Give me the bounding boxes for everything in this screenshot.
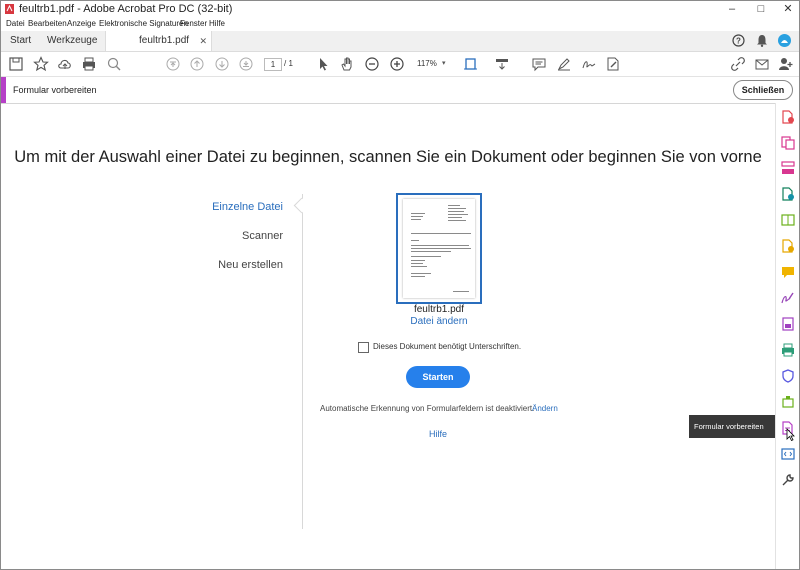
tab-document[interactable]: feultrb1.pdf ✕ — [105, 31, 212, 51]
right-tools-panel — [775, 103, 799, 569]
menu-bearbeiten[interactable]: Bearbeiten — [28, 19, 67, 28]
nav-create-new[interactable]: Neu erstellen — [218, 259, 283, 271]
divider — [302, 194, 303, 529]
menu-bar: Datei Bearbeiten Anzeige Elektronische S… — [1, 17, 799, 31]
svg-text:?: ? — [736, 37, 741, 46]
tab-bar: Start Werkzeuge feultrb1.pdf ✕ ? — [1, 31, 799, 52]
edit-pdf-icon[interactable] — [781, 213, 795, 227]
share-link-icon[interactable] — [730, 56, 746, 72]
menu-anzeige[interactable]: Anzeige — [67, 19, 96, 28]
document-preview — [403, 199, 475, 298]
window-title: feultrb1.pdf - Adobe Acrobat Pro DC (32-… — [19, 3, 233, 15]
tool-name: Formular vorbereiten — [13, 85, 97, 95]
select-cursor-icon[interactable] — [315, 56, 331, 72]
more-tools-wrench-icon[interactable] — [781, 473, 795, 487]
signature-checkbox-label[interactable]: Dieses Dokument benötigt Unterschriften. — [373, 342, 521, 351]
protect-shield-icon[interactable] — [781, 369, 795, 383]
tool-header: Formular vorbereiten Schließen — [1, 77, 799, 104]
print-production-icon[interactable] — [781, 343, 795, 357]
zoom-level[interactable]: 117% — [417, 59, 437, 68]
nav-scanner[interactable]: Scanner — [242, 230, 283, 242]
zoom-dropdown-icon[interactable]: ▾ — [442, 59, 446, 67]
active-nav-pointer — [293, 197, 310, 214]
auto-detect-change-link[interactable]: Ändern — [532, 404, 558, 413]
email-icon[interactable] — [754, 56, 770, 72]
minimize-button[interactable]: – — [719, 1, 745, 17]
change-file-link[interactable]: Datei ändern — [396, 316, 482, 327]
nav-single-file[interactable]: Einzelne Datei — [212, 201, 283, 213]
menu-fenster[interactable]: Fenster — [180, 19, 207, 28]
page-total: / 1 — [284, 59, 293, 68]
close-window-button[interactable]: ✕ — [775, 1, 799, 17]
menu-datei[interactable]: Datei — [6, 19, 25, 28]
maximize-button[interactable]: □ — [748, 1, 774, 17]
signature-checkbox[interactable] — [358, 342, 369, 353]
acrobat-app-icon — [5, 4, 14, 14]
next-page-icon[interactable] — [214, 56, 230, 72]
scroll-mode-icon[interactable] — [494, 56, 510, 72]
organize-pages-icon[interactable] — [781, 161, 795, 175]
comment-tool-icon[interactable] — [781, 265, 795, 279]
star-icon[interactable] — [33, 56, 49, 72]
zoom-out-icon[interactable] — [364, 56, 380, 72]
stamp-icon[interactable] — [781, 395, 795, 409]
sign-icon[interactable] — [581, 56, 597, 72]
page-headline: Um mit der Auswahl einer Datei zu beginn… — [14, 148, 762, 166]
highlight-pen-icon[interactable] — [556, 56, 572, 72]
tab-document-label: feultrb1.pdf — [139, 35, 190, 46]
print-icon[interactable] — [81, 56, 97, 72]
auto-detect-status: Automatische Erkennung von Formularfelde… — [320, 404, 535, 413]
help-link[interactable]: Hilfe — [429, 429, 447, 439]
acrobat-window: feultrb1.pdf - Adobe Acrobat Pro DC (32-… — [0, 0, 800, 570]
cloud-upload-icon[interactable] — [57, 56, 73, 72]
notifications-bell-icon[interactable] — [756, 34, 768, 47]
last-page-icon[interactable] — [238, 56, 254, 72]
close-tab-icon[interactable]: ✕ — [199, 31, 207, 51]
title-bar: feultrb1.pdf - Adobe Acrobat Pro DC (32-… — [1, 1, 799, 17]
create-pdf-plus-icon[interactable] — [781, 239, 795, 253]
comment-icon[interactable] — [531, 56, 547, 72]
file-name: feultrb1.pdf — [413, 304, 465, 315]
combine-files-icon[interactable] — [781, 136, 795, 150]
hand-tool-icon[interactable] — [339, 56, 355, 72]
user-avatar-icon[interactable] — [778, 34, 791, 47]
tool-accent-bar — [1, 77, 6, 103]
menu-elektronische-signaturen[interactable]: Elektronische Signaturen — [99, 19, 188, 28]
first-page-icon[interactable] — [165, 56, 181, 72]
zoom-in-icon[interactable] — [389, 56, 405, 72]
add-user-icon[interactable] — [778, 56, 794, 72]
tab-werkzeuge[interactable]: Werkzeuge — [47, 31, 97, 51]
tooltip-prepare-form: Formular vorbereiten — [689, 415, 775, 438]
tab-start[interactable]: Start — [10, 31, 31, 51]
fill-and-sign-icon[interactable] — [781, 291, 795, 305]
file-thumbnail[interactable] — [396, 193, 482, 304]
mouse-pointer-icon — [786, 428, 795, 441]
create-pdf-icon[interactable] — [781, 110, 795, 124]
page-number-input[interactable]: 1 — [264, 58, 282, 71]
main-toolbar: 1 / 1 117% ▾ — [1, 52, 799, 77]
save-icon[interactable] — [8, 56, 24, 72]
previous-page-icon[interactable] — [189, 56, 205, 72]
close-tool-button[interactable]: Schließen — [733, 80, 793, 100]
start-button[interactable]: Starten — [406, 366, 470, 388]
page-fit-icon[interactable] — [463, 56, 479, 72]
help-icon[interactable]: ? — [732, 34, 745, 47]
send-for-signature-icon[interactable] — [781, 317, 795, 331]
export-pdf-icon[interactable] — [781, 187, 795, 201]
menu-hilfe[interactable]: Hilfe — [209, 19, 225, 28]
fill-sign-icon[interactable] — [605, 56, 621, 72]
rich-media-icon[interactable] — [781, 447, 795, 461]
search-icon[interactable] — [106, 56, 122, 72]
